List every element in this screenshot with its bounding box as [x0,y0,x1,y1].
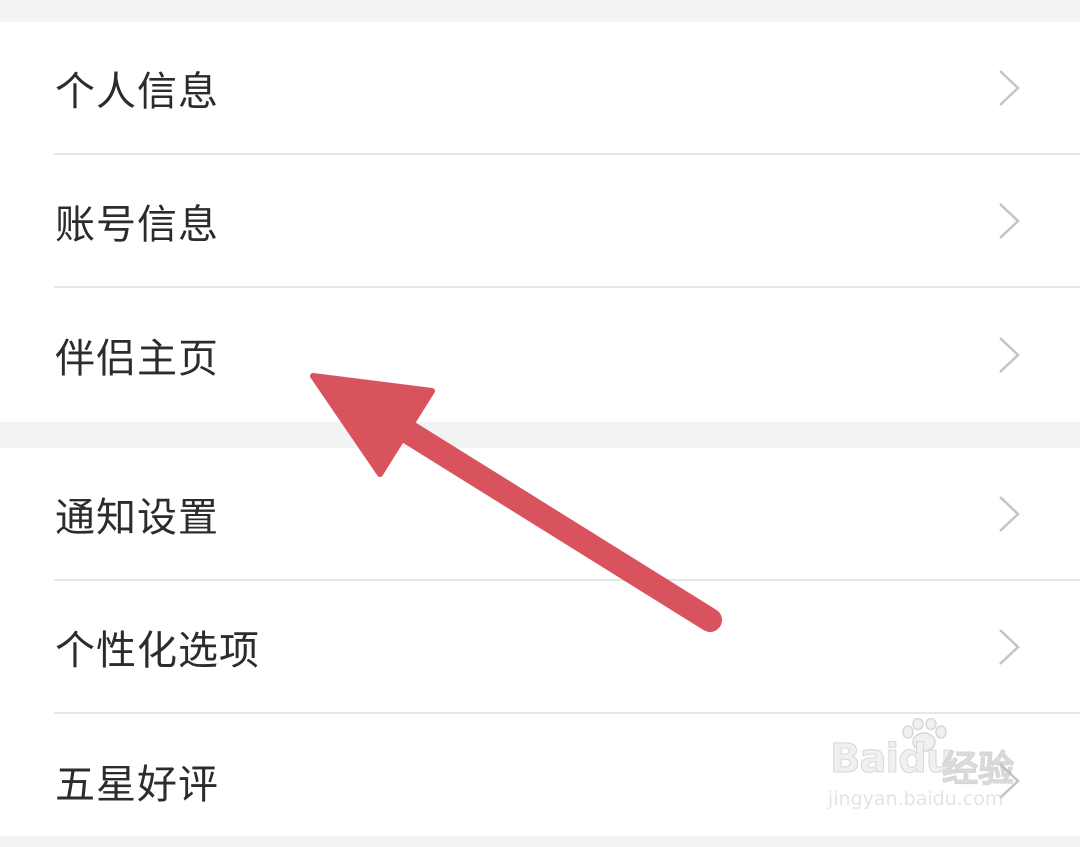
settings-row-personal-info[interactable]: 个人信息 [54,22,1080,155]
settings-row-label: 五星好评 [55,761,219,808]
settings-row-label: 账号信息 [55,201,219,248]
settings-row-account-info[interactable]: 账号信息 [54,155,1080,288]
chevron-right-icon [996,627,1022,667]
settings-row-label: 个性化选项 [55,627,260,674]
baidu-watermark: Baidu 经验 jingyan.baidu.com [826,718,1026,818]
chevron-right-icon [996,201,1022,241]
settings-row-partner-home[interactable]: 伴侣主页 [0,288,1080,421]
chevron-right-icon [996,68,1022,108]
watermark-text: 经验 [941,749,1015,791]
chevron-right-icon [996,494,1022,534]
watermark-brand: Baidu [829,736,954,783]
settings-row-notification-settings[interactable]: 通知设置 [54,448,1080,581]
watermark-url: jingyan.baidu.com [828,788,1004,810]
chevron-right-icon [996,335,1022,375]
settings-row-label: 伴侣主页 [55,335,219,382]
settings-row-label: 个人信息 [55,68,219,115]
settings-row-personalization[interactable]: 个性化选项 [54,581,1080,714]
settings-group-account: 个人信息 账号信息 伴侣主页 [0,22,1080,422]
settings-row-label: 通知设置 [55,494,219,541]
